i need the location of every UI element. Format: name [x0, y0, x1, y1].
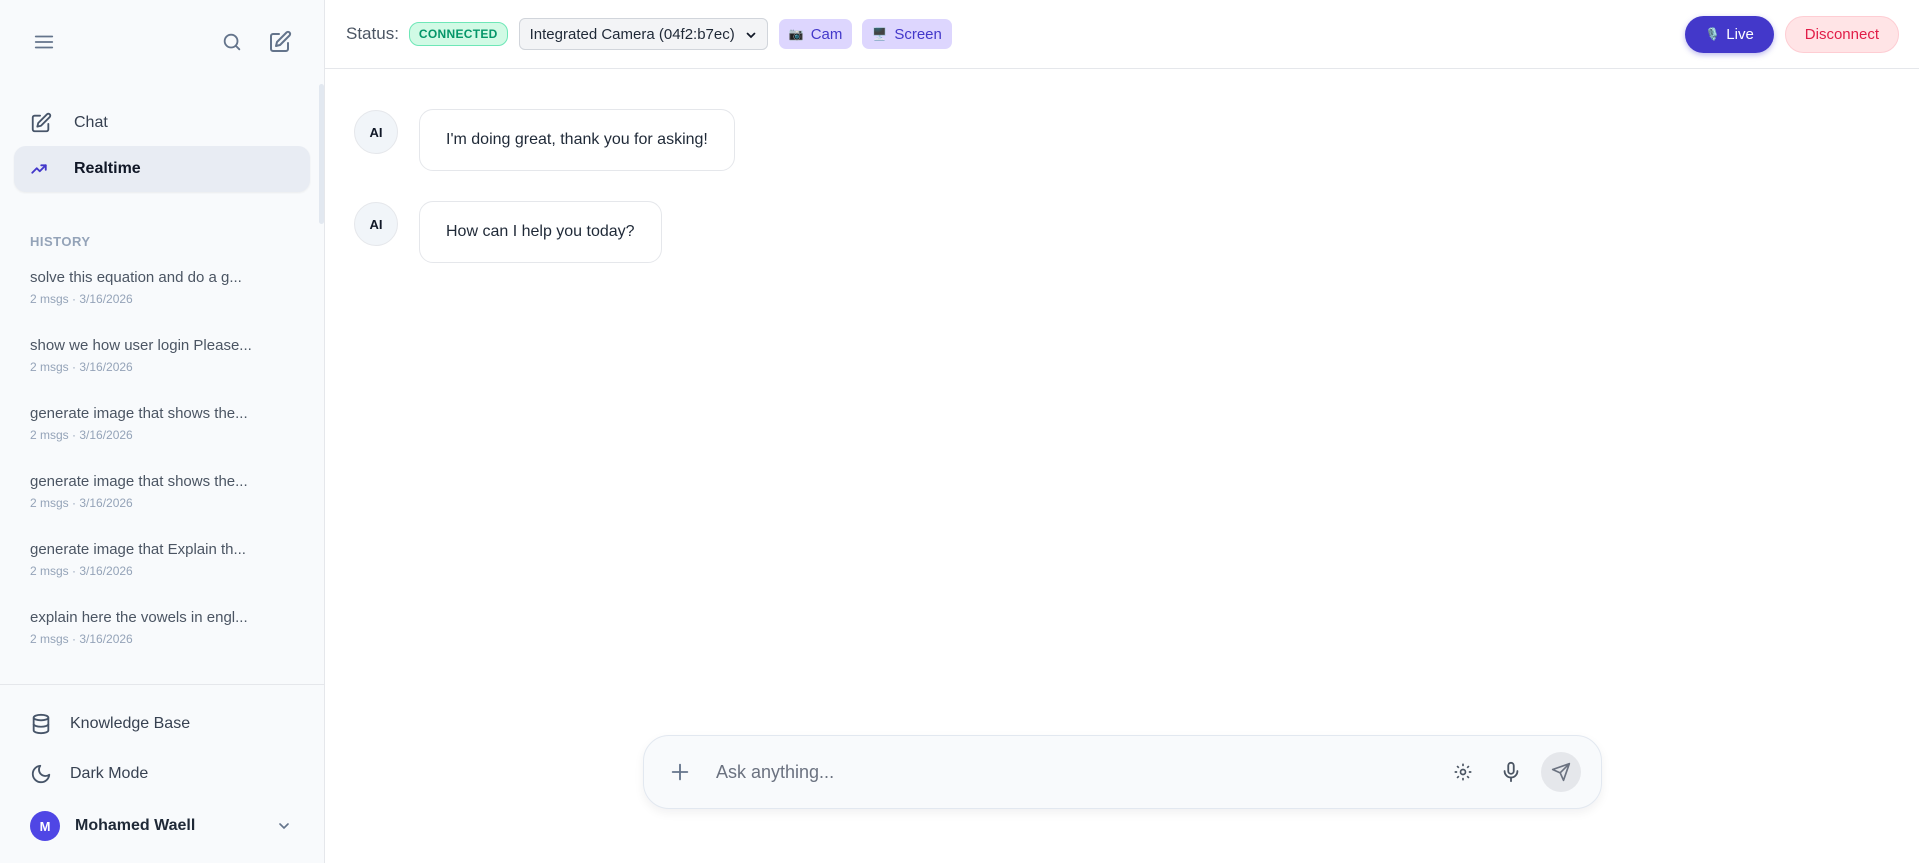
message: AI How can I help you today?: [354, 201, 1919, 263]
microphone-icon[interactable]: [1497, 758, 1525, 786]
avatar: M: [30, 811, 60, 841]
search-icon[interactable]: [216, 26, 248, 58]
moon-icon: [30, 762, 54, 786]
sidebar-footer: Knowledge Base Dark Mode M Mohamed Waell: [0, 684, 324, 863]
dark-mode-label: Dark Mode: [70, 765, 149, 782]
chevron-down-icon: [276, 818, 292, 834]
history-item[interactable]: generate image that shows the... 2 msgs …: [30, 405, 294, 473]
history-item[interactable]: explain here the vowels in engl... 2 msg…: [30, 609, 294, 677]
screen-button[interactable]: 🖥️ Screen: [862, 19, 952, 49]
status-badge: CONNECTED: [408, 22, 508, 46]
history-item-title: generate image that shows the...: [30, 405, 248, 422]
sidebar-scrollbar[interactable]: [319, 84, 324, 224]
plus-icon[interactable]: [668, 760, 692, 784]
live-button[interactable]: 🎙️ Live: [1685, 15, 1774, 53]
history-item[interactable]: solve this equation and do a g... 2 msgs…: [30, 269, 294, 337]
history-item-title: generate image that Explain th...: [30, 541, 246, 558]
trend-icon: [30, 157, 54, 181]
ai-avatar: AI: [354, 110, 398, 154]
ai-avatar: AI: [354, 202, 398, 246]
screen-button-label: Screen: [894, 25, 942, 43]
user-name: Mohamed Waell: [75, 817, 196, 834]
message-list: AI I'm doing great, thank you for asking…: [325, 69, 1919, 293]
disconnect-button[interactable]: Disconnect: [1784, 15, 1899, 53]
sidebar-item-chat[interactable]: Chat: [14, 100, 310, 146]
chevron-down-icon: [745, 28, 757, 40]
history-item-title: generate image that shows the...: [30, 473, 248, 490]
settings-icon[interactable]: [1449, 758, 1477, 786]
sidebar: Chat Realtime HISTORY solve this equatio…: [0, 0, 325, 863]
knowledge-base-label: Knowledge Base: [70, 715, 191, 732]
history-heading: HISTORY: [30, 234, 91, 249]
top-bar: Status: CONNECTED Integrated Camera (04f…: [325, 0, 1919, 69]
sidebar-item-realtime[interactable]: Realtime: [14, 146, 310, 192]
history-item-meta: 2 msgs · 3/16/2026: [30, 496, 133, 510]
message-bubble: How can I help you today?: [419, 201, 662, 263]
history-item-meta: 2 msgs · 3/16/2026: [30, 632, 133, 646]
camera-select-value: Integrated Camera (04f2:b7ec): [529, 25, 735, 43]
history-item[interactable]: show we how user login Please... 2 msgs …: [30, 337, 294, 405]
dark-mode-toggle[interactable]: Dark Mode: [0, 749, 324, 799]
composer: [643, 735, 1602, 809]
new-chat-icon[interactable]: [264, 26, 296, 58]
monitor-icon: 🖥️: [872, 27, 888, 41]
app-root: Chat Realtime HISTORY solve this equatio…: [0, 0, 1919, 863]
knowledge-base-link[interactable]: Knowledge Base: [0, 699, 324, 749]
status-label: Status:: [346, 24, 399, 43]
main-panel: Status: CONNECTED Integrated Camera (04f…: [325, 0, 1919, 863]
history-item-title: show we how user login Please...: [30, 337, 252, 354]
message-bubble: I'm doing great, thank you for asking!: [419, 109, 735, 171]
history-item-title: solve this equation and do a g...: [30, 269, 242, 286]
cam-button[interactable]: 📷 Cam: [778, 19, 853, 49]
history-item-meta: 2 msgs · 3/16/2026: [30, 428, 133, 442]
microphone-icon: 🎙️: [1705, 27, 1721, 41]
history-list: solve this equation and do a g... 2 msgs…: [0, 269, 324, 684]
send-button[interactable]: [1541, 752, 1581, 792]
message: AI I'm doing great, thank you for asking…: [354, 109, 1919, 171]
sidebar-nav: Chat Realtime: [0, 84, 324, 192]
user-menu[interactable]: M Mohamed Waell: [0, 799, 324, 853]
camera-select[interactable]: Integrated Camera (04f2:b7ec): [518, 18, 768, 50]
live-button-label: Live: [1726, 25, 1754, 43]
send-icon: [1551, 762, 1571, 782]
history-item[interactable]: generate image that Explain th... 2 msgs…: [30, 541, 294, 609]
history-item-meta: 2 msgs · 3/16/2026: [30, 292, 133, 306]
history-item-title: explain here the vowels in engl...: [30, 609, 248, 626]
history-item-meta: 2 msgs · 3/16/2026: [30, 360, 133, 374]
history-item-meta: 2 msgs · 3/16/2026: [30, 564, 133, 578]
history-item[interactable]: generate image that shows the... 2 msgs …: [30, 473, 294, 541]
sidebar-item-label: Chat: [74, 114, 108, 131]
database-icon: [30, 712, 54, 736]
menu-icon[interactable]: [28, 26, 60, 58]
sidebar-item-label: Realtime: [74, 160, 141, 177]
message-input[interactable]: [716, 761, 1429, 783]
sidebar-header: [0, 0, 324, 84]
camera-icon: 📷: [788, 27, 804, 41]
cam-button-label: Cam: [810, 25, 843, 43]
edit-icon: [30, 111, 54, 135]
